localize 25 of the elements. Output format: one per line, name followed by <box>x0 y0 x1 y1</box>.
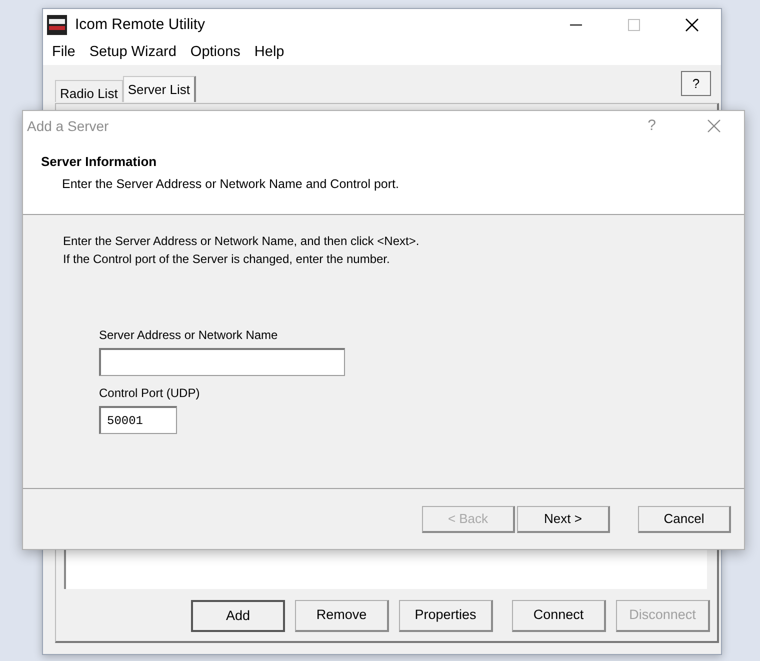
section-title: Server Information <box>41 153 157 171</box>
action-button[interactable]: Connect <box>512 600 606 632</box>
section-subtitle: Enter the Server Address or Network Name and Control port. <box>62 176 399 193</box>
menu-item[interactable]: Setup Wizard <box>82 42 184 64</box>
instruction-text: If the Control port of the Server is changed, enter the number. <box>63 251 390 268</box>
tab[interactable]: Server List <box>122 76 196 102</box>
action-button[interactable]: Remove <box>295 600 389 632</box>
instruction-text: Enter the Server Address or Network Name, and then click <Next>. <box>63 233 420 250</box>
app-icon <box>47 15 67 35</box>
next-button[interactable]: Next > <box>517 506 610 532</box>
field-label: Server Address or Network Name <box>99 327 278 344</box>
dialog-title: Add a Server <box>27 116 109 136</box>
action-button[interactable]: Add <box>191 600 285 632</box>
tab[interactable]: Radio List <box>55 80 123 102</box>
action-button[interactable]: Properties <box>399 600 493 632</box>
cancel-button[interactable]: Cancel <box>638 506 731 532</box>
close-icon[interactable] <box>684 17 700 33</box>
menu-item[interactable]: Help <box>247 42 292 64</box>
menu-item[interactable]: File <box>45 42 82 64</box>
window-title: Icom Remote Utility <box>75 14 206 35</box>
field-label: Control Port (UDP) <box>99 385 200 402</box>
port-field[interactable]: 50001 <box>99 406 177 434</box>
menu-item[interactable]: Options <box>183 42 248 64</box>
help-button[interactable]: ? <box>681 71 711 96</box>
address-field[interactable] <box>99 348 345 376</box>
